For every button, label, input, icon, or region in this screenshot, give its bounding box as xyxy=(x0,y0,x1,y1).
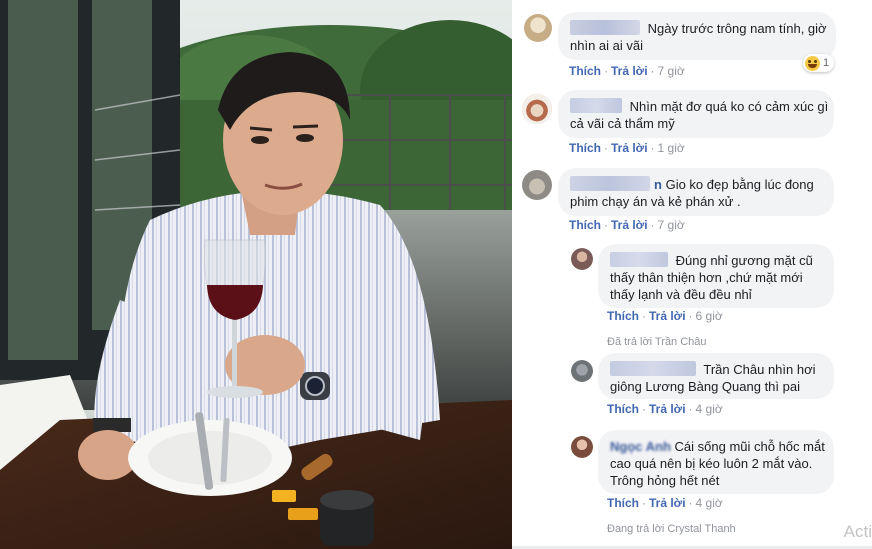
comment-text-line: Ngày trước trông nam tính, giờ xyxy=(647,21,827,36)
replying-text: Đang trả lời Crystal Thanh xyxy=(607,523,736,535)
reaction-count: 1 xyxy=(823,57,830,69)
replied-indicator: Đã trả lời Trần Châu xyxy=(607,336,707,348)
reply-link[interactable]: Trả lời xyxy=(649,309,686,323)
comment-item: Ngày trước trông nam tính, giờ nhìn ai a… xyxy=(512,0,872,80)
comment-bubble: Nhìn mặt đơ quá ko có cảm xúc gì cả vãi … xyxy=(558,90,834,138)
separator-dot: · xyxy=(604,141,608,155)
replier-name-blurred[interactable] xyxy=(610,361,696,376)
reply-bubble: Ngọc Anh Cái sống mũi chỗ hốc mắt cao qu… xyxy=(598,430,834,494)
reply-text-line: Trông hỏng hết nét xyxy=(610,473,720,488)
comments-panel: Ngày trước trông nam tính, giờ nhìn ai a… xyxy=(512,0,872,549)
reply-link[interactable]: Trả lời xyxy=(649,496,686,510)
commenter-name-blurred[interactable] xyxy=(570,98,622,113)
haha-emoji-icon xyxy=(805,55,820,71)
post-photo[interactable] xyxy=(0,0,512,549)
reply-bubble: Đúng nhỉ gương mặt cũ thấy thân thiện hơ… xyxy=(598,244,834,308)
commenter-name-blurred[interactable] xyxy=(570,20,640,35)
separator-dot: · xyxy=(642,309,646,323)
reply-item: Đúng nhỉ gương mặt cũ thấy thân thiện hơ… xyxy=(512,238,872,348)
like-link[interactable]: Thích xyxy=(569,64,601,78)
reaction-badge[interactable]: 1 xyxy=(803,54,835,72)
commenter-name-blurred[interactable] xyxy=(570,176,650,191)
reply-text-line: Cái sống mũi chỗ hốc mắt xyxy=(674,439,825,454)
reply-actions: Thích · Trả lời · 4 giờ xyxy=(607,496,723,510)
reply-actions: Thích · Trả lời · 4 giờ xyxy=(607,402,723,416)
reply-time[interactable]: 4 giờ xyxy=(696,496,723,510)
like-link[interactable]: Thích xyxy=(607,496,639,510)
commenter-name-visible[interactable]: n xyxy=(654,177,662,192)
reply-actions: Thích · Trả lời · 6 giờ xyxy=(607,309,723,323)
commenter-avatar[interactable] xyxy=(522,170,552,200)
reply-text-line: thấy lạnh và đều đều nhỉ xyxy=(610,287,752,302)
reply-item: Ngọc Anh Cái sống mũi chỗ hốc mắt cao qu… xyxy=(512,424,872,542)
replier-avatar[interactable] xyxy=(571,248,593,270)
separator-dot: · xyxy=(688,402,693,416)
reply-link[interactable]: Trả lời xyxy=(611,64,648,78)
separator-dot: · xyxy=(642,402,646,416)
comment-text-line: nhìn ai ai vãi xyxy=(570,38,643,53)
comment-time[interactable]: 7 giờ xyxy=(658,218,685,232)
like-link[interactable]: Thích xyxy=(569,141,601,155)
comment-time[interactable]: 7 giờ xyxy=(658,64,685,78)
comment-item: Nhìn mặt đơ quá ko có cảm xúc gì cả vãi … xyxy=(512,86,872,160)
replying-indicator: Đang trả lời Crystal Thanh xyxy=(607,523,736,535)
separator-dot: · xyxy=(688,496,693,510)
comment-text-line: cả vãi cả thẩm mỹ xyxy=(570,116,675,131)
comment-actions: Thích · Trả lời · 7 giờ xyxy=(569,218,685,232)
comment-bubble: Ngày trước trông nam tính, giờ nhìn ai a… xyxy=(558,12,836,60)
separator-dot: · xyxy=(604,218,608,232)
replier-avatar[interactable] xyxy=(571,436,593,458)
replier-name-visible[interactable]: Ngọc Anh xyxy=(610,439,671,454)
separator-dot: · xyxy=(642,496,646,510)
comment-time[interactable]: 1 giờ xyxy=(658,141,685,155)
commenter-avatar[interactable] xyxy=(522,94,552,124)
comment-bubble: n Gio ko đẹp bằng lúc đong phim chạy án … xyxy=(558,168,834,216)
comment-actions: Thích · Trả lời · 7 giờ xyxy=(569,64,685,78)
separator-dot: · xyxy=(650,218,655,232)
comment-text-line: Nhìn mặt đơ quá ko có cảm xúc gì xyxy=(629,99,829,114)
comment-actions: Thích · Trả lời · 1 giờ xyxy=(569,141,685,155)
comment-text-line: phim chạy án và kẻ phán xử . xyxy=(570,194,741,209)
reply-text-line: Trần Châu nhìn hơi xyxy=(703,362,816,377)
reply-link[interactable]: Trả lời xyxy=(611,218,648,232)
separator-dot: · xyxy=(650,141,655,155)
replier-avatar[interactable] xyxy=(571,360,593,382)
replied-text: Đã trả lời Trần Châu xyxy=(607,336,707,348)
like-link[interactable]: Thích xyxy=(569,218,601,232)
like-link[interactable]: Thích xyxy=(607,402,639,416)
replier-name-blurred[interactable] xyxy=(610,252,668,267)
reply-time[interactable]: 6 giờ xyxy=(696,309,723,323)
reply-time[interactable]: 4 giờ xyxy=(696,402,723,416)
reply-text-line: thấy thân thiện hơn ,chứ mặt mới xyxy=(610,270,803,285)
comment-item: n Gio ko đẹp bằng lúc đong phim chạy án … xyxy=(512,164,872,238)
like-link[interactable]: Thích xyxy=(607,309,639,323)
reply-text-line: cao quá nên bị kéo luôn 2 mắt vào. xyxy=(610,456,813,471)
separator-dot: · xyxy=(650,64,655,78)
reply-link[interactable]: Trả lời xyxy=(649,402,686,416)
activate-watermark: Acti xyxy=(843,522,872,541)
comment-text-line: Gio ko đẹp bằng lúc đong xyxy=(665,177,814,192)
separator-dot: · xyxy=(688,309,693,323)
separator-dot: · xyxy=(604,64,608,78)
reply-text-line: Đúng nhỉ gương mặt cũ xyxy=(675,253,813,268)
reply-item: Trần Châu nhìn hơi giông Lương Bàng Quan… xyxy=(512,348,872,424)
reply-text-line: giông Lương Bàng Quang thì pai xyxy=(610,379,800,394)
commenter-avatar[interactable] xyxy=(524,14,552,42)
reply-bubble: Trần Châu nhìn hơi giông Lương Bàng Quan… xyxy=(598,353,834,399)
reply-link[interactable]: Trả lời xyxy=(611,141,648,155)
post-photo-image xyxy=(0,0,512,549)
